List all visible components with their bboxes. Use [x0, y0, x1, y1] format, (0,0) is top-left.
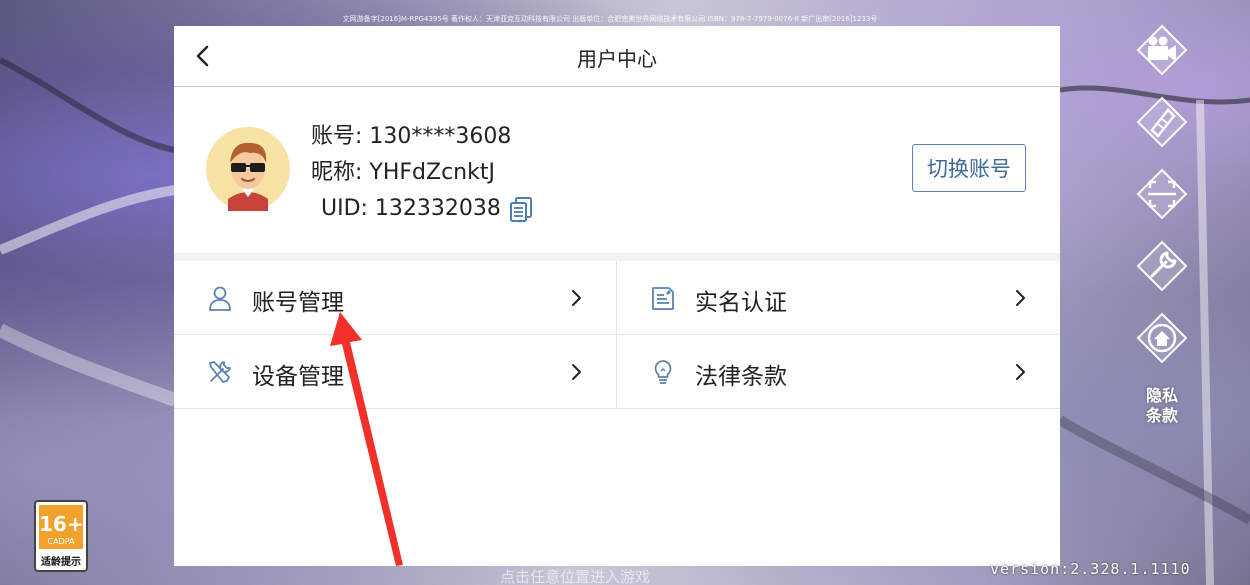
uid-text: UID: 132332038	[321, 196, 501, 221]
wrench-screwdriver-icon	[209, 361, 231, 383]
age-rating-badge: 16+ CADPA 适龄提示	[34, 500, 88, 572]
lightbulb-icon	[654, 360, 672, 384]
age-org: CADPA	[47, 537, 75, 546]
chevron-right-icon	[1016, 364, 1025, 380]
version-label: version:2.328.1.1110	[990, 560, 1191, 578]
user-icon	[209, 286, 231, 311]
account-info: 账号: 130****3608 昵称: YHFdZcnktJ UID: 1323…	[311, 119, 535, 227]
menu-item-real-name-verification[interactable]: 实名认证	[617, 261, 1060, 335]
privacy-terms-button[interactable]: 隐私 条款	[1140, 386, 1184, 426]
menu-item-account-management[interactable]: 账号管理	[174, 261, 617, 335]
chevron-right-icon	[1016, 290, 1025, 306]
profile-section: 账号: 130****3608 昵称: YHFdZcnktJ UID: 1323…	[174, 87, 1060, 261]
privacy-line-2: 条款	[1145, 406, 1178, 425]
id-card-icon	[652, 287, 674, 310]
chevron-right-icon	[572, 290, 581, 306]
page-title: 用户中心	[577, 47, 657, 71]
menu-item-label: 实名认证	[695, 290, 787, 316]
menu-item-label: 账号管理	[252, 290, 344, 316]
enter-game-hint: 点击任意位置进入游戏	[500, 568, 651, 585]
panel-header: 用户中心	[174, 26, 1060, 87]
menu-item-legal-terms[interactable]: 法律条款	[617, 335, 1060, 409]
uid-row: UID: 132332038	[311, 191, 535, 227]
license-notice: 文网游备字[2016]M-RPG4395号 著作权人：天津亚克互动科技有限公司 …	[342, 15, 878, 23]
fullscreen-icon[interactable]	[1134, 166, 1190, 222]
menu-item-label: 设备管理	[252, 364, 344, 390]
copy-icon[interactable]	[507, 195, 535, 223]
avatar	[206, 127, 290, 211]
nickname: 昵称: YHFdZcnktJ	[311, 160, 495, 185]
pencil-ruler-icon[interactable]	[1134, 94, 1190, 150]
privacy-line-1: 隐私	[1145, 386, 1178, 405]
home-icon[interactable]	[1134, 310, 1190, 366]
menu-item-label: 法律条款	[695, 364, 787, 390]
age-hint-text: 适龄提示	[41, 557, 81, 568]
account-number: 账号: 130****3608	[311, 124, 512, 149]
chevron-right-icon	[572, 364, 581, 380]
menu-item-device-management[interactable]: 设备管理	[174, 335, 617, 409]
wrench-icon[interactable]	[1134, 238, 1190, 294]
user-center-panel: 用户中心 账号: 130****3608 昵称: YHFdZcnktJ UID:…	[174, 26, 1060, 566]
switch-account-button[interactable]: 切换账号	[912, 144, 1026, 192]
video-camera-icon[interactable]	[1134, 22, 1190, 78]
